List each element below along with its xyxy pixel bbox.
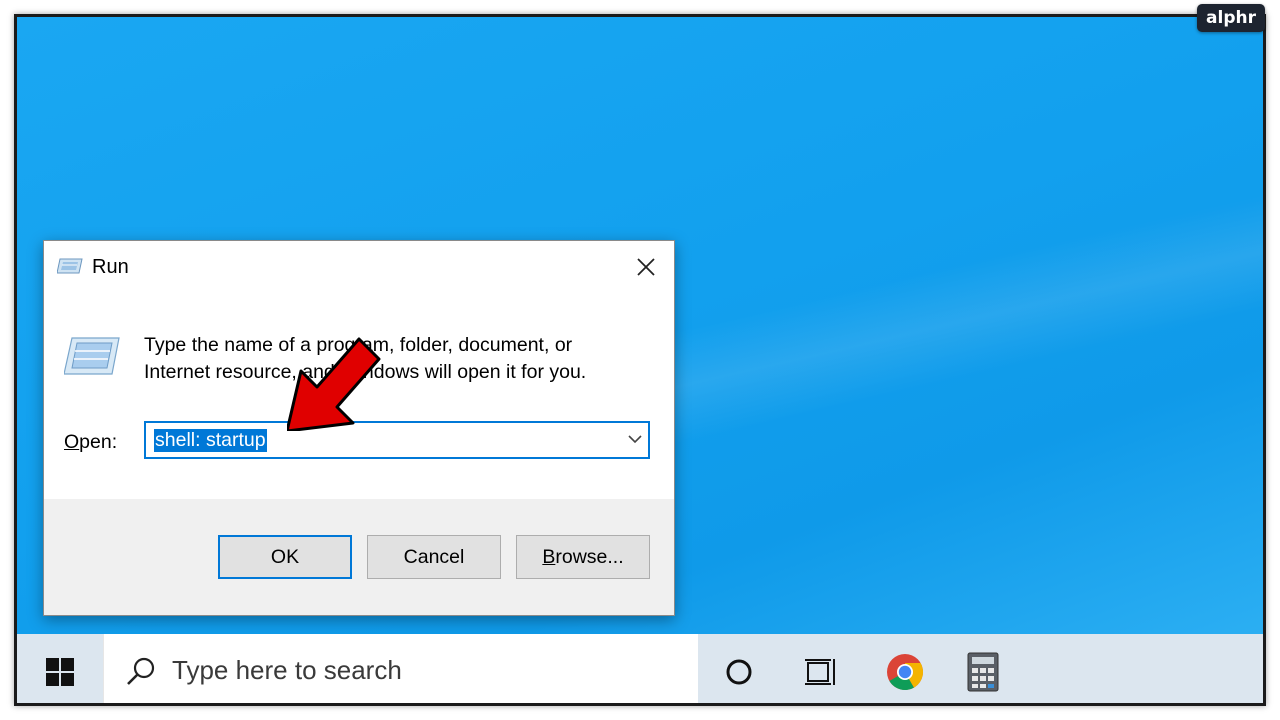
run-app-icon xyxy=(57,258,83,274)
taskbar: Type here to search xyxy=(17,634,1266,706)
start-button[interactable] xyxy=(17,634,103,703)
browse-button-label: Browse... xyxy=(542,546,623,569)
open-combobox[interactable]: shell: startup xyxy=(144,421,650,459)
search-icon xyxy=(127,657,155,685)
run-large-icon xyxy=(64,337,120,375)
task-view-button[interactable] xyxy=(801,652,841,692)
active-app-indicator-2 xyxy=(1201,703,1266,706)
desktop-screenshot-frame: Run Type the name of a program, folder, … xyxy=(14,14,1266,706)
browse-rest: rowse... xyxy=(555,545,624,568)
dialog-button-area: OK Cancel Browse... xyxy=(44,499,674,615)
open-input-value[interactable]: shell: startup xyxy=(154,429,267,452)
close-icon xyxy=(637,258,655,276)
run-dialog-titlebar[interactable]: Run xyxy=(44,241,674,293)
open-label: Open: xyxy=(64,431,117,454)
cortana-icon xyxy=(726,659,752,685)
calculator-icon xyxy=(967,652,999,692)
chrome-icon xyxy=(887,654,924,691)
chrome-button[interactable] xyxy=(885,652,925,692)
run-description: Type the name of a program, folder, docu… xyxy=(144,332,644,386)
logo-text: alphr xyxy=(1206,8,1256,28)
calculator-button[interactable] xyxy=(963,652,1003,692)
active-app-indicator xyxy=(1029,703,1185,706)
open-label-rest: pen: xyxy=(79,431,118,453)
chevron-down-icon[interactable] xyxy=(628,434,642,444)
wallpaper-light-beam xyxy=(607,135,1263,459)
ok-button-label: OK xyxy=(270,545,300,568)
browse-button[interactable]: Browse... xyxy=(516,535,650,579)
red-arrow-pointer-icon xyxy=(287,337,381,431)
alphr-logo: alphr xyxy=(1197,4,1265,32)
run-dialog-title: Run xyxy=(92,256,129,278)
close-button[interactable] xyxy=(624,247,668,287)
description-line-2: Internet resource, and Windows will open… xyxy=(144,361,587,383)
browse-mnemonic: B xyxy=(542,545,556,568)
open-label-mnemonic: O xyxy=(64,431,80,453)
search-placeholder: Type here to search xyxy=(172,655,402,685)
task-view-icon xyxy=(805,659,835,685)
taskbar-search-box[interactable]: Type here to search xyxy=(103,634,698,703)
cortana-button[interactable] xyxy=(719,652,759,692)
cancel-button-label: Cancel xyxy=(403,545,465,568)
description-line-1: Type the name of a program, folder, docu… xyxy=(144,334,573,356)
windows-start-icon xyxy=(46,657,74,686)
cancel-button[interactable]: Cancel xyxy=(367,535,501,579)
ok-button[interactable]: OK xyxy=(218,535,352,579)
